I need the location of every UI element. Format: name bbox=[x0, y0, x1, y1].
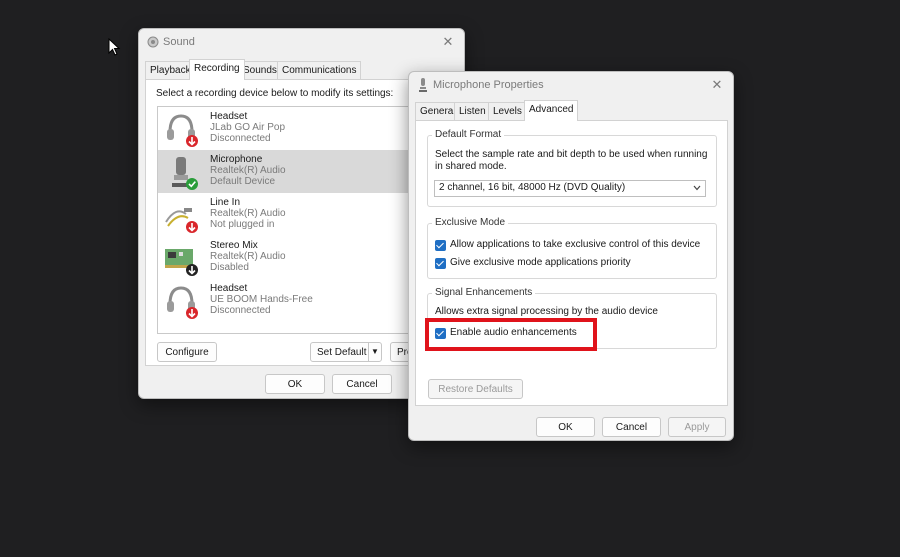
configure-button[interactable]: Configure bbox=[157, 342, 217, 362]
default-format-title: Default Format bbox=[432, 129, 505, 140]
device-detail: UE BOOM Hands-Free bbox=[210, 294, 313, 305]
tab-recording[interactable]: Recording bbox=[189, 59, 245, 80]
sound-cancel-button[interactable]: Cancel bbox=[332, 374, 392, 394]
headset-icon bbox=[167, 286, 198, 319]
exclusive-control-checkbox[interactable] bbox=[435, 240, 446, 251]
device-name: Headset bbox=[210, 111, 248, 122]
default-format-description: Select the sample rate and bit depth to … bbox=[435, 149, 708, 172]
microphone-icon bbox=[172, 157, 198, 190]
mic-props-tabs: General Listen Levels Advanced bbox=[415, 100, 727, 122]
signal-enhancements-description: Allows extra signal processing by the au… bbox=[435, 306, 658, 317]
close-icon[interactable]: ✕ bbox=[438, 33, 458, 51]
device-detail: Realtek(R) Audio bbox=[210, 208, 286, 219]
apply-button[interactable]: Apply bbox=[668, 417, 726, 437]
device-status: Disconnected bbox=[210, 133, 271, 144]
device-status: Default Device bbox=[210, 176, 276, 187]
device-status: Not plugged in bbox=[210, 219, 275, 230]
exclusive-control-label: Allow applications to take exclusive con… bbox=[450, 239, 701, 250]
highlight-box bbox=[425, 318, 597, 351]
line-in-cable-icon bbox=[165, 208, 198, 233]
mic-props-title: Microphone Properties bbox=[433, 79, 544, 91]
tab-listen[interactable]: Listen bbox=[454, 102, 491, 121]
exclusive-mode-title: Exclusive Mode bbox=[432, 217, 509, 228]
close-icon[interactable]: ✕ bbox=[707, 76, 727, 94]
device-status: Disconnected bbox=[210, 305, 271, 316]
tab-communications[interactable]: Communications bbox=[277, 61, 362, 80]
exclusive-priority-checkbox[interactable] bbox=[435, 258, 446, 269]
default-format-select[interactable]: 2 channel, 16 bit, 48000 Hz (DVD Quality… bbox=[434, 180, 706, 197]
sound-window-title: Sound bbox=[163, 36, 195, 48]
tab-playback[interactable]: Playback bbox=[145, 61, 196, 80]
mic-props-ok-button[interactable]: OK bbox=[536, 417, 595, 437]
set-default-button[interactable]: Set Default ▼ bbox=[310, 342, 382, 362]
device-name: Microphone bbox=[210, 154, 263, 165]
restore-defaults-button[interactable]: Restore Defaults bbox=[428, 379, 523, 399]
tab-levels[interactable]: Levels bbox=[488, 102, 527, 121]
advanced-panel: Default Format Select the sample rate an… bbox=[415, 120, 728, 406]
device-name: Stereo Mix bbox=[210, 240, 258, 251]
exclusive-mode-group: Exclusive Mode Allow applications to tak… bbox=[427, 217, 717, 279]
microphone-app-icon bbox=[419, 78, 427, 92]
default-format-group: Default Format Select the sample rate an… bbox=[427, 129, 717, 207]
device-name: Line In bbox=[210, 197, 241, 208]
mic-props-titlebar: Microphone Properties ✕ bbox=[409, 72, 733, 98]
device-detail: JLab GO Air Pop bbox=[210, 122, 286, 133]
microphone-properties-window: Microphone Properties ✕ General Listen L… bbox=[408, 71, 734, 441]
signal-enhancements-title: Signal Enhancements bbox=[432, 287, 536, 298]
device-detail: Realtek(R) Audio bbox=[210, 251, 286, 262]
chevron-down-icon[interactable]: ▼ bbox=[368, 343, 381, 361]
tab-advanced[interactable]: Advanced bbox=[524, 100, 579, 121]
recording-instruction: Select a recording device below to modif… bbox=[156, 88, 394, 99]
sound-titlebar: Sound ✕ bbox=[139, 29, 464, 55]
default-format-value: 2 channel, 16 bit, 48000 Hz (DVD Quality… bbox=[439, 182, 626, 193]
chevron-down-icon bbox=[693, 185, 701, 191]
mic-props-cancel-button[interactable]: Cancel bbox=[602, 417, 661, 437]
headset-icon bbox=[167, 114, 198, 147]
set-default-label: Set Default bbox=[317, 347, 367, 358]
device-name: Headset bbox=[210, 283, 248, 294]
mouse-cursor-icon bbox=[108, 38, 121, 56]
exclusive-priority-label: Give exclusive mode applications priorit… bbox=[450, 257, 631, 268]
sound-ok-button[interactable]: OK bbox=[265, 374, 325, 394]
device-detail: Realtek(R) Audio bbox=[210, 165, 286, 176]
sound-card-icon bbox=[165, 249, 198, 276]
device-status: Disabled bbox=[210, 262, 249, 273]
speaker-app-icon bbox=[147, 36, 159, 48]
